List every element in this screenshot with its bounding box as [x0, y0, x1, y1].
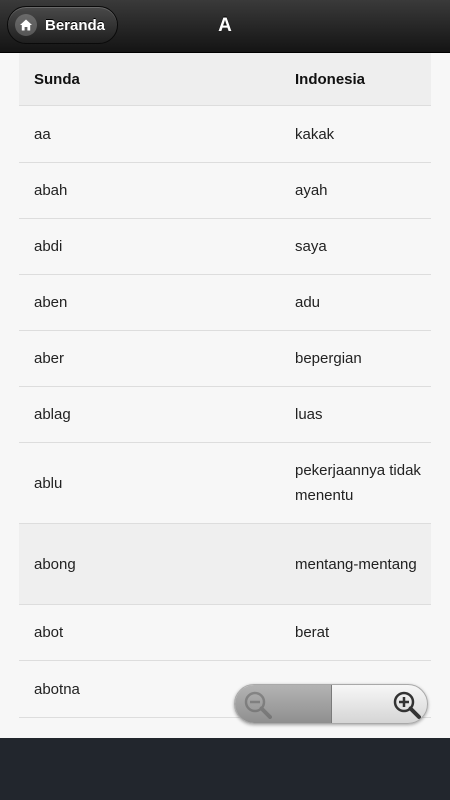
- home-button-label: Beranda: [45, 16, 106, 34]
- sunda-word: aber: [34, 350, 65, 367]
- table-row[interactable]: aben adu: [19, 275, 431, 331]
- sunda-word: abah: [34, 182, 68, 199]
- top-bar: A Beranda: [0, 0, 450, 53]
- indonesia-translation: bepergian: [295, 350, 362, 367]
- indonesia-translation: berat: [295, 624, 330, 641]
- table-row[interactable]: aa kakak: [19, 106, 431, 163]
- bottom-bar: [0, 738, 450, 800]
- indonesia-translation: luas: [295, 406, 323, 423]
- column-header-indonesia: Indonesia: [295, 70, 366, 88]
- home-icon: [15, 14, 37, 36]
- sunda-word: ablu: [34, 474, 63, 492]
- app-screen: A Beranda Sunda Indonesia aa kakak abah …: [0, 0, 450, 800]
- zoom-in-icon: [392, 690, 422, 723]
- sunda-word: aa: [34, 125, 51, 143]
- sunda-word: ablag: [34, 406, 71, 423]
- sunda-word: aben: [34, 294, 68, 311]
- indonesia-translation: adu: [295, 294, 321, 311]
- table-row[interactable]: aber bepergian: [19, 331, 431, 387]
- zoom-out-button[interactable]: [235, 685, 332, 723]
- table-header: Sunda Indonesia: [19, 53, 431, 106]
- table-row[interactable]: ablu pekerjaannya tidak menentu: [19, 443, 431, 524]
- indonesia-translation: kakak: [295, 125, 335, 143]
- indonesia-translation: mentang-mentang: [295, 555, 417, 573]
- table-row[interactable]: abdi saya: [19, 219, 431, 275]
- sunda-word: abot: [34, 624, 64, 641]
- sunda-word: abong: [34, 555, 76, 573]
- indonesia-translation: pekerjaannya tidak menentu: [295, 462, 421, 504]
- home-button[interactable]: Beranda: [7, 6, 118, 44]
- table-row[interactable]: ablag luas: [19, 387, 431, 443]
- zoom-in-button[interactable]: [332, 685, 427, 723]
- sunda-word: abotna: [34, 680, 80, 698]
- indonesia-translation: ayah: [295, 182, 328, 199]
- indonesia-translation: saya: [295, 238, 327, 255]
- table-row[interactable]: abong mentang-mentang: [19, 524, 431, 605]
- dictionary-table: Sunda Indonesia aa kakak abah ayah abdi …: [19, 53, 431, 718]
- table-row[interactable]: abot berat: [19, 605, 431, 661]
- sunda-word: abdi: [34, 238, 63, 255]
- column-header-sunda: Sunda: [34, 70, 80, 88]
- zoom-control: [234, 684, 428, 724]
- table-row[interactable]: abah ayah: [19, 163, 431, 219]
- zoom-out-icon: [243, 690, 273, 723]
